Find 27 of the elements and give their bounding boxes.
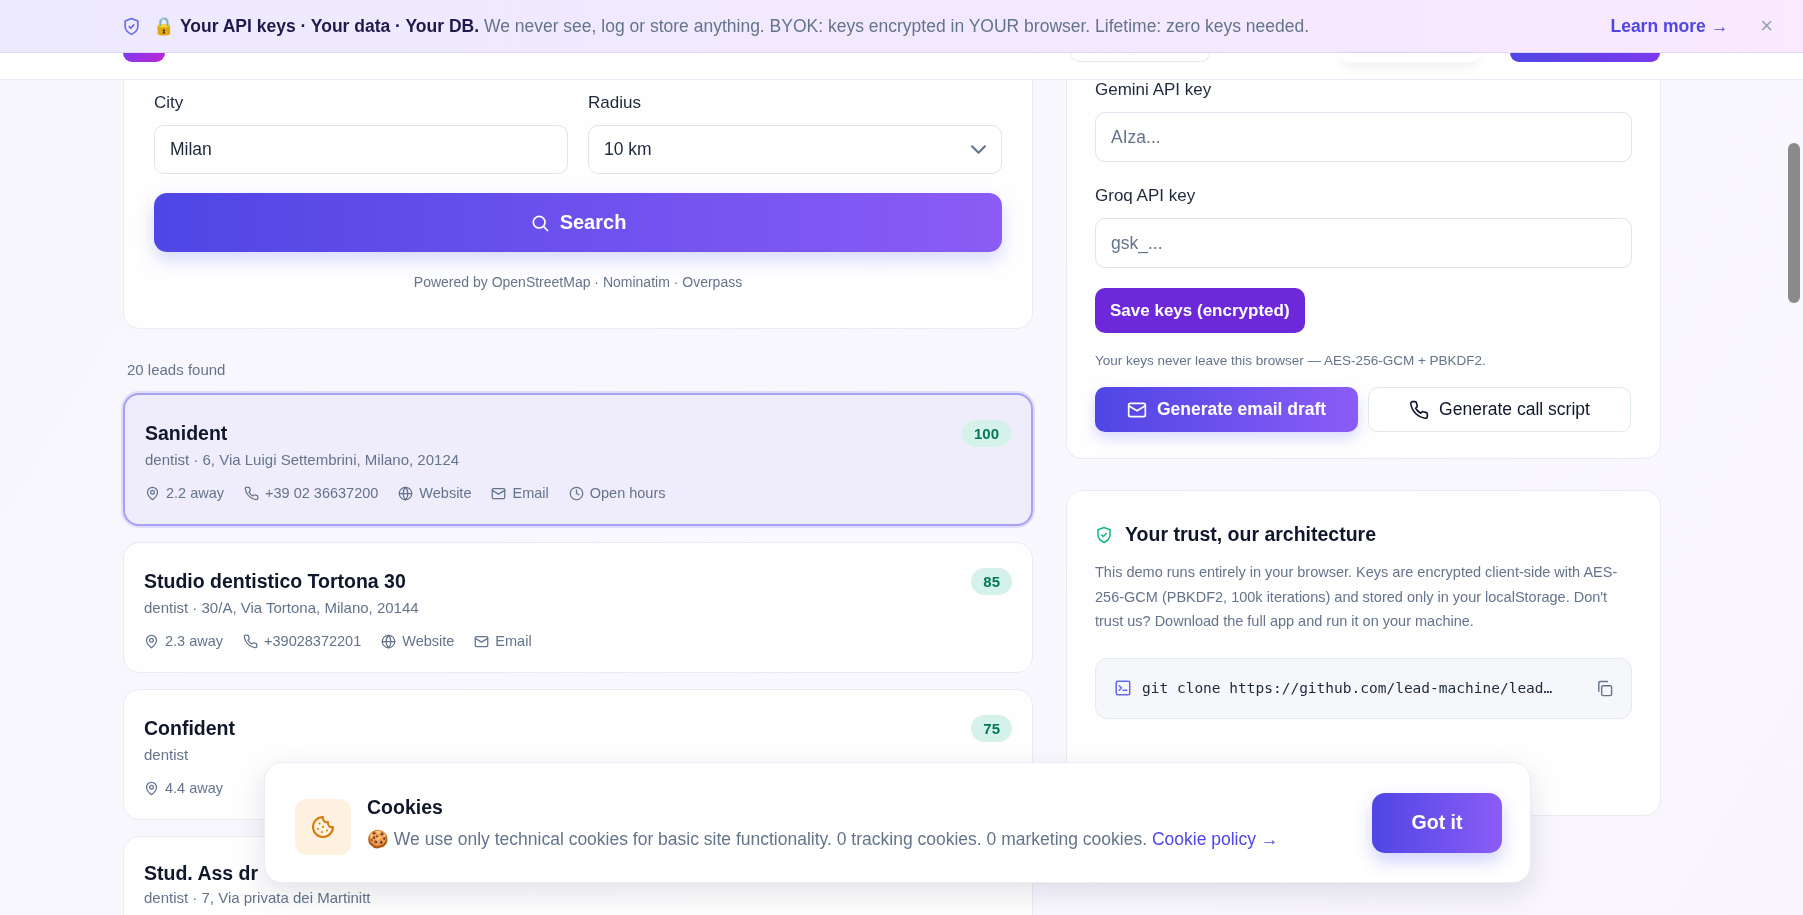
detail-text: 2.3 away bbox=[165, 633, 224, 649]
credit-text: Powered by OpenStreetMap · Nominatim · Overpass bbox=[412, 274, 744, 290]
field-label: Radius bbox=[588, 93, 642, 113]
field-label: Groq API key bbox=[1095, 186, 1197, 206]
field-label: Gemini API key bbox=[1095, 80, 1213, 100]
trust-description: This demo runs entirely in your browser. Keys are encrypted client-side with AES-256-GCM (PBKDF2, 100k iterations) and stored only in your localStorage. Don't trust us? Download the full app and run it on your machine. bbox=[1095, 563, 1619, 631]
cookie-title: Cookies bbox=[367, 795, 444, 819]
lead-name: Studio dentistico Tortona 30 bbox=[144, 570, 406, 593]
detail-text: 2.2 away bbox=[166, 485, 225, 501]
lead-address: dentist bbox=[144, 746, 190, 763]
field-label: City bbox=[154, 93, 185, 113]
lead-name: Sanident bbox=[145, 422, 228, 445]
cookie-text: 🍪 We use only technical cookies for basic site functionality. 0 tracking cookies. 0 marketing cookies. Cookie policy → bbox=[367, 828, 1280, 850]
lead-name: Confident bbox=[144, 717, 235, 740]
score-badge: 85 bbox=[971, 568, 1012, 595]
detail-text: 4.4 away bbox=[165, 780, 224, 796]
trust-title: Your trust, our architecture bbox=[1125, 523, 1376, 546]
results-count: 20 leads found bbox=[127, 361, 227, 378]
command-text: git clone https://github.com/lead-machine/lead… bbox=[1142, 680, 1554, 696]
security-note: Your keys never leave this browser — AES-256-GCM + PBKDF2. bbox=[1095, 353, 1487, 368]
lead-address: dentist · 7, Via privata dei Martinitt bbox=[144, 889, 372, 906]
score-badge: 75 bbox=[971, 715, 1012, 742]
lead-name: Stud. Ass dr bbox=[144, 862, 259, 885]
lead-address: dentist · 6, Via Luigi Settembrini, Milano, 20124 bbox=[145, 451, 461, 468]
notice-text: 🔒 Your API keys · Your data · Your DB. We never see, log or store anything. BYOK: keys encrypted in YOUR browser. Lifetime: zero keys needed. bbox=[153, 15, 1311, 37]
score-badge: 100 bbox=[961, 420, 1011, 447]
lead-address: dentist · 30/A, Via Tortona, Milano, 20144 bbox=[144, 599, 420, 616]
